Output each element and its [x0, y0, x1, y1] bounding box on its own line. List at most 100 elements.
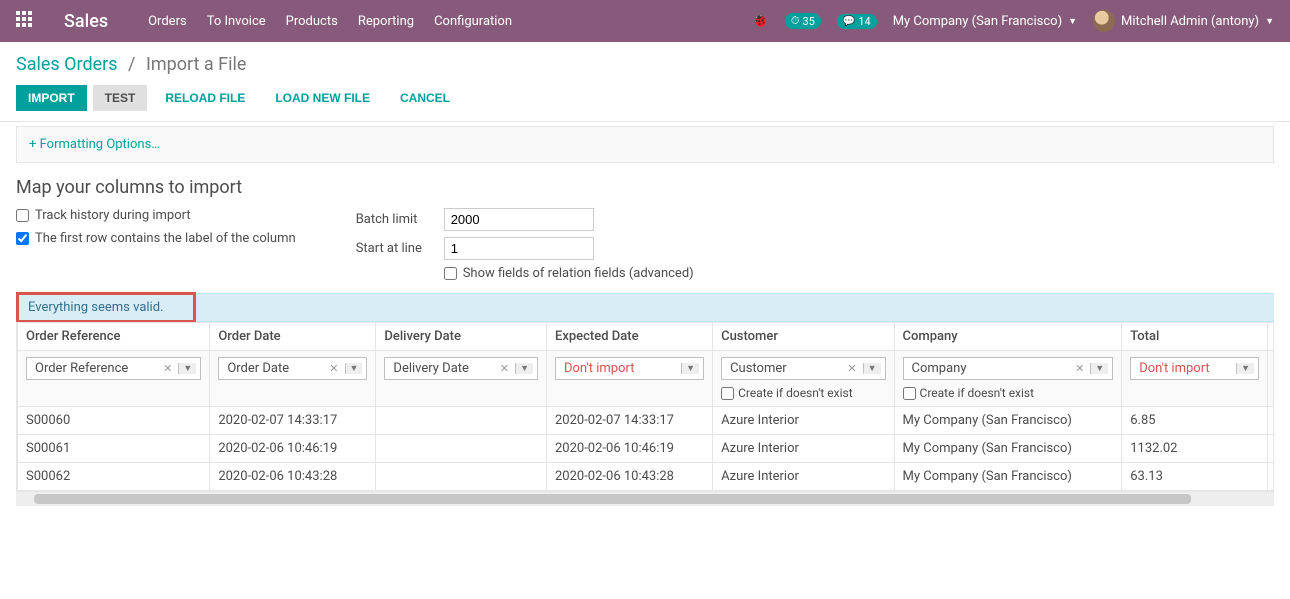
import-table: Order ReferenceOrder DateDelivery DateEx… — [17, 322, 1274, 491]
table-cell: My Company (San Francisco) — [894, 407, 1122, 435]
breadcrumb-root[interactable]: Sales Orders — [16, 54, 118, 75]
clear-mapping-icon[interactable]: ✕ — [329, 362, 338, 375]
horizontal-scrollbar[interactable] — [16, 492, 1274, 506]
dropdown-icon[interactable]: ▼ — [1236, 363, 1254, 374]
field-mapping-value: Don't import — [1139, 361, 1209, 376]
field-mapping-select[interactable]: Order Date ✕ ▼ — [218, 357, 367, 380]
formatting-options-panel: + Formatting Options… — [16, 126, 1274, 163]
field-mapping-value: Delivery Date — [393, 361, 469, 376]
column-headers-row: Order ReferenceOrder DateDelivery DateEx… — [18, 323, 1275, 351]
field-mapping-select[interactable]: Don't import ▼ — [1130, 357, 1259, 380]
column-header: Invoice Status — [1268, 323, 1274, 351]
import-button[interactable]: IMPORT — [16, 85, 87, 111]
main-menu: Orders To Invoice Products Reporting Con… — [148, 14, 751, 29]
field-mapping-select[interactable]: Order Reference ✕ ▼ — [26, 357, 201, 380]
load-new-file-button[interactable]: LOAD NEW FILE — [263, 85, 382, 111]
clear-mapping-icon[interactable]: ✕ — [847, 362, 856, 375]
dropdown-icon[interactable]: ▼ — [681, 363, 699, 374]
table-cell: S00062 — [18, 463, 210, 491]
company-switcher[interactable]: My Company (San Francisco) ▼ — [893, 14, 1077, 29]
caret-down-icon: ▼ — [1068, 16, 1077, 27]
activities-badge[interactable]: ⏱35 — [785, 13, 821, 29]
table-cell: 2020-02-06 10:43:28 — [210, 463, 376, 491]
right-options: Batch limit Start at line Show fields of… — [356, 208, 694, 281]
column-mapping-row: Order Reference✕▼Order Date✕▼Delivery Da… — [18, 351, 1275, 407]
column-mapper-cell: Don't import▼ — [1268, 351, 1274, 407]
left-options: Track history during import The first ro… — [16, 208, 296, 254]
menu-reporting[interactable]: Reporting — [358, 14, 414, 29]
first-row-option[interactable]: The first row contains the label of the … — [16, 231, 296, 246]
user-menu[interactable]: Mitchell Admin (antony) ▼ — [1093, 10, 1274, 32]
dropdown-icon[interactable]: ▼ — [345, 363, 363, 374]
menu-orders[interactable]: Orders — [148, 14, 187, 29]
create-if-missing-option[interactable]: Create if doesn't exist — [721, 386, 885, 400]
clear-mapping-icon[interactable]: ✕ — [500, 362, 509, 375]
field-mapping-value: Order Reference — [35, 361, 128, 376]
table-cell — [376, 407, 547, 435]
messaging-badge[interactable]: 14 — [837, 14, 877, 29]
test-button[interactable]: TEST — [93, 85, 148, 111]
messaging-count: 14 — [858, 15, 870, 28]
menu-to-invoice[interactable]: To Invoice — [207, 14, 266, 29]
dropdown-icon[interactable]: ▼ — [515, 363, 533, 374]
top-navigation: Sales Orders To Invoice Products Reporti… — [0, 0, 1290, 42]
scrollbar-thumb[interactable] — [34, 494, 1191, 504]
menu-products[interactable]: Products — [286, 14, 338, 29]
dropdown-icon[interactable]: ▼ — [178, 363, 196, 374]
field-mapping-select[interactable]: Company✕▼ — [903, 357, 1114, 380]
create-if-missing-checkbox[interactable] — [721, 387, 734, 400]
column-mapper-cell: Delivery Date ✕ ▼ — [376, 351, 547, 407]
clear-mapping-icon[interactable]: ✕ — [1075, 362, 1084, 375]
column-header: Expected Date — [546, 323, 712, 351]
toolbar: IMPORT TEST RELOAD FILE LOAD NEW FILE CA… — [16, 85, 1274, 111]
start-line-label: Start at line — [356, 241, 436, 256]
reload-file-button[interactable]: RELOAD FILE — [153, 85, 257, 111]
table-cell: Azure Interior — [713, 407, 894, 435]
column-mapper-cell: Don't import ▼ — [546, 351, 712, 407]
table-cell: Nothing to Invoice — [1268, 407, 1274, 435]
create-if-missing-label: Create if doesn't exist — [920, 386, 1035, 400]
clear-mapping-icon[interactable]: ✕ — [163, 362, 172, 375]
table-row: S000612020-02-06 10:46:192020-02-06 10:4… — [18, 435, 1275, 463]
column-mapper-cell: Order Reference ✕ ▼ — [18, 351, 210, 407]
apps-icon[interactable] — [16, 11, 36, 31]
import-table-wrap[interactable]: Order ReferenceOrder DateDelivery DateEx… — [16, 322, 1274, 492]
first-row-label: The first row contains the label of the … — [35, 231, 296, 246]
column-mapper-cell: Don't import ▼ — [1122, 351, 1268, 407]
track-history-option[interactable]: Track history during import — [16, 208, 296, 223]
field-mapping-select[interactable]: Don't import ▼ — [555, 357, 704, 380]
menu-configuration[interactable]: Configuration — [434, 14, 512, 29]
track-history-checkbox[interactable] — [16, 209, 29, 222]
batch-limit-input[interactable] — [444, 208, 594, 231]
field-mapping-value: Don't import — [564, 361, 634, 376]
column-header: Delivery Date — [376, 323, 547, 351]
field-mapping-value: Order Date — [227, 361, 289, 376]
table-row: S000602020-02-07 14:33:172020-02-07 14:3… — [18, 407, 1275, 435]
table-cell: My Company (San Francisco) — [894, 435, 1122, 463]
column-mapper-cell: Company✕▼Create if doesn't exist — [894, 351, 1122, 407]
table-cell: 2020-02-06 10:46:19 — [210, 435, 376, 463]
table-row: S000622020-02-06 10:43:282020-02-06 10:4… — [18, 463, 1275, 491]
map-columns-title: Map your columns to import — [16, 177, 1274, 198]
dropdown-icon[interactable]: ▼ — [863, 363, 881, 374]
show-relation-label: Show fields of relation fields (advanced… — [463, 266, 694, 281]
field-mapping-select[interactable]: Delivery Date ✕ ▼ — [384, 357, 538, 380]
create-if-missing-checkbox[interactable] — [903, 387, 916, 400]
cancel-button[interactable]: CANCEL — [388, 85, 462, 111]
create-if-missing-option[interactable]: Create if doesn't exist — [903, 386, 1114, 400]
field-mapping-select[interactable]: Customer✕▼ — [721, 357, 885, 380]
app-brand[interactable]: Sales — [64, 11, 108, 32]
dropdown-icon[interactable]: ▼ — [1090, 363, 1108, 374]
table-cell: Fully Invoiced — [1268, 435, 1274, 463]
import-body: + Formatting Options… Map your columns t… — [0, 122, 1290, 522]
first-row-checkbox[interactable] — [16, 232, 29, 245]
caret-down-icon: ▼ — [1265, 16, 1274, 27]
table-cell: Azure Interior — [713, 435, 894, 463]
formatting-options-toggle[interactable]: + Formatting Options… — [29, 137, 160, 152]
avatar-icon — [1093, 10, 1115, 32]
table-cell: My Company (San Francisco) — [894, 463, 1122, 491]
debug-icon[interactable]: 🐞 — [751, 13, 768, 29]
start-line-input[interactable] — [444, 237, 594, 260]
column-header: Customer — [713, 323, 894, 351]
show-relation-checkbox[interactable] — [444, 267, 457, 280]
